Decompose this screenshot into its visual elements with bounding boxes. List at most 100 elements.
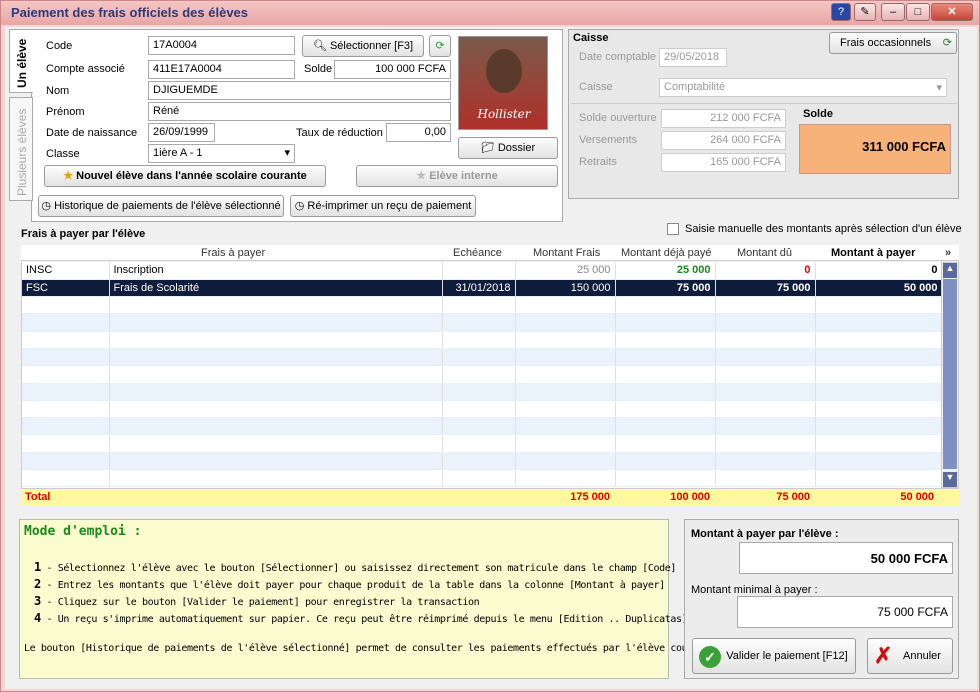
- firstname-label: Prénom: [46, 106, 85, 118]
- dossier-button[interactable]: 📁︎ Dossier: [458, 137, 558, 159]
- cancel-button[interactable]: ✗ Annuler: [867, 638, 953, 674]
- reprint-button[interactable]: ◷ Ré-imprimer un reçu de paiement: [290, 195, 476, 217]
- cell-topay[interactable]: 50 000: [815, 279, 941, 298]
- table-row[interactable]: [22, 383, 941, 401]
- cell-topay[interactable]: [815, 400, 941, 419]
- firstname-input[interactable]: Réné: [148, 102, 451, 121]
- refresh-icon: ⟳: [942, 37, 952, 49]
- lastname-label: Nom: [46, 85, 70, 97]
- table-row[interactable]: [22, 417, 941, 436]
- deposits-label: Versements: [579, 134, 638, 146]
- amount-input[interactable]: 50 000 FCFA: [739, 542, 953, 574]
- table-row[interactable]: [22, 452, 941, 471]
- cell-due: [442, 331, 516, 349]
- cell-name: [109, 434, 443, 453]
- help-note: Le bouton [Historique de paiements de l'…: [24, 643, 716, 654]
- cell-owed: 75 000: [715, 279, 816, 298]
- birth-label: Date de naissance: [46, 127, 138, 139]
- paint-icon[interactable]: ✎: [854, 3, 876, 21]
- table-row[interactable]: [22, 348, 941, 367]
- class-select[interactable]: 1ière A - 1 ▾: [148, 144, 295, 163]
- birth-input[interactable]: 26/09/1999: [148, 123, 215, 142]
- cell-topay[interactable]: [815, 452, 941, 471]
- discount-input[interactable]: 0,00: [386, 123, 451, 142]
- cell-code: [22, 469, 110, 488]
- chevron-down-icon: ▾: [284, 147, 290, 159]
- help-step-text: - Un reçu s'imprime automatiquement sur …: [46, 614, 688, 625]
- table-row[interactable]: INSC Inscription 25 000 25 000 0 0: [22, 262, 941, 280]
- maximize-icon[interactable]: □: [906, 3, 930, 21]
- cell-topay[interactable]: [815, 331, 941, 349]
- refresh-icon[interactable]: ⟳: [429, 35, 451, 57]
- caisse-select[interactable]: Comptabilité ▾: [659, 78, 947, 97]
- clock-icon: ◷: [294, 200, 305, 213]
- cell-paid: [615, 400, 716, 419]
- cell-owed: [715, 400, 816, 419]
- validate-payment-button[interactable]: ✓ Valider le paiement [F12]: [692, 638, 856, 674]
- cell-topay[interactable]: 0: [815, 262, 941, 280]
- cell-amount: [515, 348, 616, 367]
- code-input[interactable]: 17A0004: [148, 36, 295, 55]
- cell-amount: [515, 383, 616, 401]
- cell-topay[interactable]: [815, 365, 941, 384]
- tab-many-students[interactable]: Plusieurs élèves: [9, 97, 33, 201]
- table-row[interactable]: [22, 400, 941, 419]
- table-row[interactable]: [22, 434, 941, 453]
- lastname-input[interactable]: DJIGUEMDE: [148, 81, 451, 100]
- select-button-label: Sélectionner [F3]: [329, 40, 414, 52]
- scroll-up-icon[interactable]: ▲: [943, 263, 957, 278]
- scroll-thumb[interactable]: [943, 279, 957, 469]
- history-button[interactable]: ◷ Historique de paiements de l'élève sél…: [38, 195, 284, 217]
- cell-due: [442, 348, 516, 367]
- help-step-text: - Sélectionnez l'élève avec le bouton [S…: [46, 563, 676, 574]
- table-row[interactable]: [22, 331, 941, 349]
- table-row[interactable]: [22, 365, 941, 384]
- close-icon[interactable]: ✕: [931, 3, 973, 21]
- main-window: Paiement des frais officiels des élèves …: [0, 0, 980, 692]
- cell-name: [109, 417, 443, 436]
- table-row[interactable]: [22, 296, 941, 315]
- cell-paid: 25 000: [615, 262, 716, 280]
- table-row[interactable]: [22, 469, 941, 488]
- column-chooser-icon[interactable]: »: [945, 247, 951, 259]
- cell-topay[interactable]: [815, 434, 941, 453]
- table-row[interactable]: [22, 313, 941, 332]
- cell-owed: [715, 434, 816, 453]
- minimize-icon[interactable]: –: [881, 3, 905, 21]
- amount-label: Montant à payer par l'élève :: [691, 528, 839, 540]
- date-input[interactable]: 29/05/2018: [659, 48, 727, 67]
- cell-name: [109, 348, 443, 367]
- tab-one-student[interactable]: Un élève: [9, 29, 33, 93]
- scroll-down-icon[interactable]: ▼: [943, 472, 957, 487]
- caisse-title: Caisse: [573, 32, 609, 44]
- cell-topay[interactable]: [815, 348, 941, 367]
- cell-name: [109, 452, 443, 471]
- cell-owed: [715, 452, 816, 471]
- cell-code: [22, 331, 110, 349]
- cell-owed: [715, 365, 816, 384]
- cell-due: [442, 417, 516, 436]
- vertical-scrollbar[interactable]: ▲ ▼: [941, 262, 959, 488]
- total-to-pay: 50 000: [900, 491, 934, 503]
- account-input[interactable]: 411E17A0004: [148, 60, 295, 79]
- tab-one-label: Un élève: [15, 38, 29, 88]
- caisse-panel: Caisse Frais occasionnels ⟳ Date comptabl…: [568, 29, 959, 199]
- manual-entry-checkbox[interactable]: [667, 223, 679, 235]
- fees-table-header: Frais à payer Echéance Montant Frais Mon…: [21, 245, 959, 261]
- select-button[interactable]: 🔍︎ Sélectionner [F3]: [302, 35, 424, 57]
- help-step: 1 - Sélectionnez l'élève avec le bouton …: [34, 560, 676, 574]
- help-icon[interactable]: ?: [831, 3, 851, 21]
- cell-topay[interactable]: [815, 296, 941, 315]
- cell-topay[interactable]: [815, 313, 941, 332]
- cell-topay[interactable]: [815, 417, 941, 436]
- cell-topay[interactable]: [815, 469, 941, 488]
- reprint-button-label: Ré-imprimer un reçu de paiement: [307, 200, 472, 212]
- magnifier-icon: 🔍︎: [312, 40, 327, 53]
- cell-topay[interactable]: [815, 383, 941, 401]
- occasional-fees-button[interactable]: Frais occasionnels ⟳: [829, 32, 957, 54]
- table-row[interactable]: FSC Frais de Scolarité 31/01/2018 150 000 75…: [22, 279, 941, 298]
- new-student-button[interactable]: ★ Nouvel élève dans l'année scolaire cou…: [44, 165, 326, 187]
- internal-student-button[interactable]: ★ Elève interne: [356, 165, 558, 187]
- cell-name: [109, 313, 443, 332]
- cell-code: [22, 452, 110, 471]
